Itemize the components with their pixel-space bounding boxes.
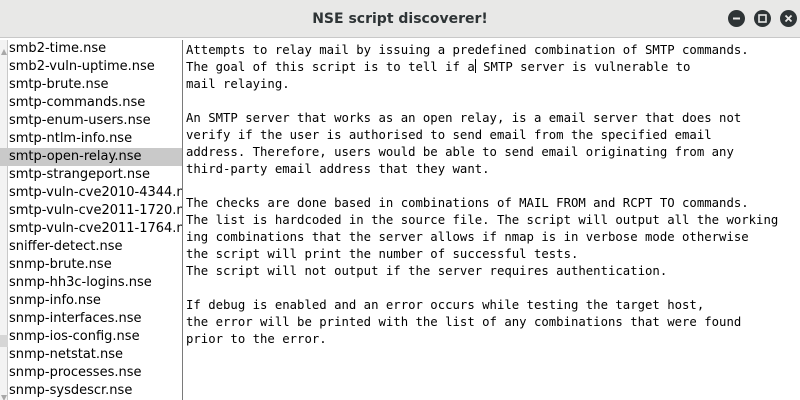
script-description-text[interactable]: Attempts to relay mail by issuing a pred… [186,42,800,398]
description-line: third-party email address that they want… [186,162,490,176]
list-item[interactable]: smb2-time.nse [0,40,182,58]
list-item[interactable]: smtp-strangeport.nse [0,166,182,184]
description-line [186,280,800,297]
description-line: the error will be printed with the list … [186,315,742,329]
description-line: The checks are done based in combination… [186,196,749,210]
list-item[interactable]: snmp-hh3c-logins.nse [0,274,182,292]
list-item[interactable]: smb2-vuln-uptime.nse [0,58,182,76]
list-item[interactable]: snmp-info.nse [0,292,182,310]
list-item[interactable]: smtp-brute.nse [0,76,182,94]
description-line: verify if the user is authorised to send… [186,128,712,142]
minimize-icon[interactable] [728,10,745,27]
list-item[interactable]: smtp-vuln-cve2011-1720.nse [0,202,182,220]
window-title: NSE script discoverer! [312,11,488,27]
description-line: The goal of this script is to tell if a … [186,59,691,74]
description-line: the script will print the number of succ… [186,247,579,261]
list-item[interactable]: snmp-brute.nse [0,256,182,274]
list-item[interactable]: snmp-processes.nse [0,364,182,382]
script-list-pane[interactable]: smb2-time.nse smb2-vuln-uptime.nse smtp-br… [0,40,183,400]
description-line: The script will not output if the server… [186,264,668,278]
description-line: The list is hardcoded in the source file… [186,213,779,227]
list-item[interactable]: snmp-interfaces.nse [0,310,182,328]
script-list[interactable]: smb2-time.nse smb2-vuln-uptime.nse smtp-br… [0,40,182,400]
description-line [186,178,800,195]
list-item[interactable]: smtp-ntlm-info.nse [0,130,182,148]
description-line: address. Therefore, users would be able … [186,145,734,159]
window-titlebar[interactable]: NSE script discoverer! [0,0,800,38]
list-item[interactable]: smtp-enum-users.nse [0,112,182,130]
description-line: An SMTP server that works as an open rel… [186,111,742,125]
description-line: ing combinations that the server allows … [186,230,749,244]
list-item[interactable]: smtp-vuln-cve2010-4344.nse [0,184,182,202]
main-area: smb2-time.nse smb2-vuln-uptime.nse smtp-br… [0,38,800,400]
list-item-selected[interactable]: smtp-open-relay.nse [0,148,182,166]
description-line: mail relaying. [186,77,290,91]
close-icon[interactable] [780,10,797,27]
list-item[interactable]: smtp-vuln-cve2011-1764.nse [0,220,182,238]
description-line [186,93,800,110]
description-line: prior to the error. [186,332,327,346]
description-line: If debug is enabled and an error occurs … [186,298,705,312]
list-item[interactable]: snmp-netstat.nse [0,346,182,364]
description-line: Attempts to relay mail by issuing a pred… [186,43,749,57]
list-item[interactable]: sniffer-detect.nse [0,238,182,256]
text-cursor [474,59,476,73]
list-item[interactable]: smtp-commands.nse [0,94,182,112]
list-item[interactable]: snmp-sysdescr.nse [0,382,182,400]
maximize-icon[interactable] [754,10,771,27]
list-item[interactable]: snmp-ios-config.nse [0,328,182,346]
